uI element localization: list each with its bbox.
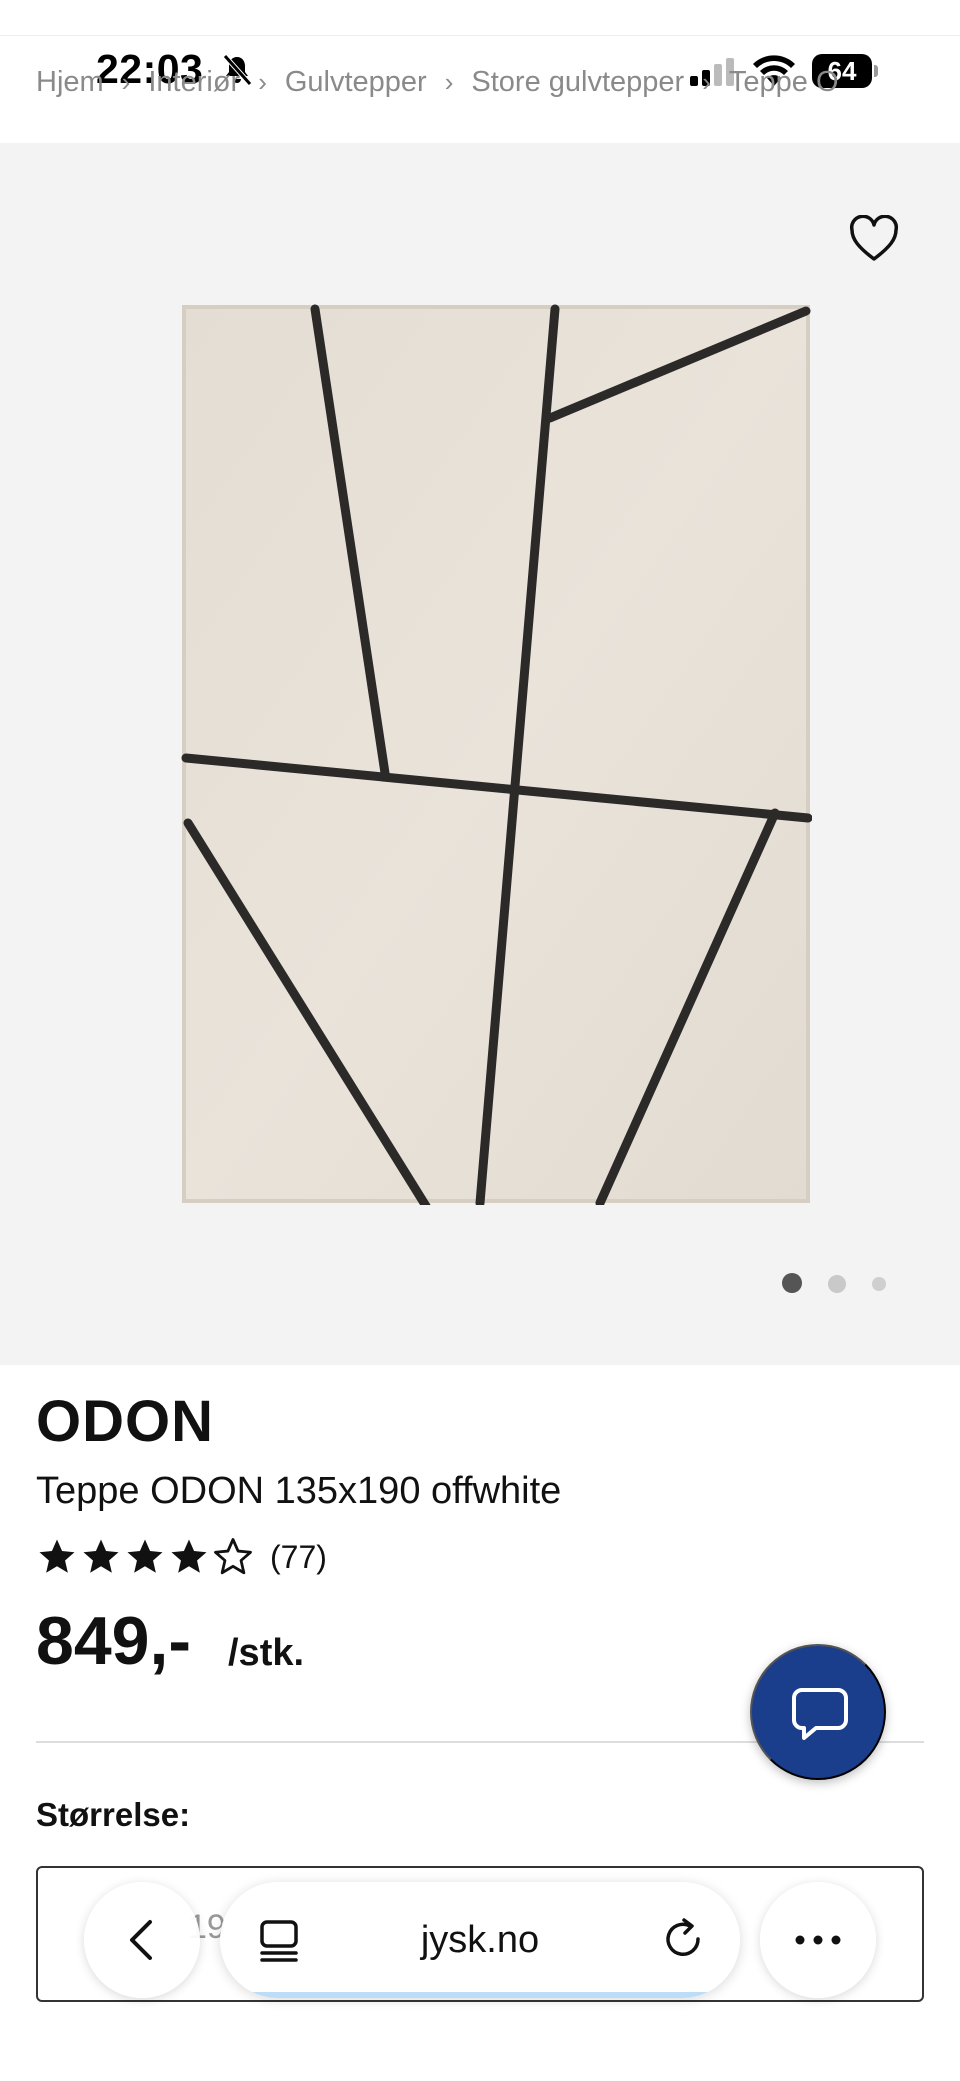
pagination-dot[interactable] bbox=[872, 1277, 886, 1291]
size-label: Størrelse: bbox=[36, 1796, 191, 1833]
star-filled-icon bbox=[171, 1539, 207, 1573]
chevron-right-icon: › bbox=[444, 67, 454, 97]
pagination-dot-active[interactable] bbox=[782, 1273, 802, 1293]
product-brand: ODON bbox=[36, 1389, 214, 1454]
review-count[interactable]: (77) bbox=[270, 1539, 327, 1576]
star-filled-icon bbox=[127, 1539, 163, 1573]
breadcrumb-item-rugs[interactable]: Gulvtepper bbox=[285, 66, 427, 99]
chevron-right-icon: › bbox=[702, 67, 711, 97]
top-strip bbox=[0, 0, 960, 36]
breadcrumb-item-interior[interactable]: Interiør bbox=[148, 66, 240, 99]
browser-back-button[interactable] bbox=[84, 1882, 200, 1998]
star-outline-icon bbox=[214, 1538, 252, 1575]
chevron-left-icon bbox=[130, 1920, 152, 1960]
chat-bubble-icon bbox=[792, 1688, 848, 1740]
product-price: 849,- bbox=[36, 1603, 191, 1679]
tab-overview-icon[interactable] bbox=[256, 1916, 304, 1964]
chevron-right-icon: › bbox=[258, 67, 267, 97]
pagination-dot[interactable] bbox=[828, 1275, 846, 1293]
star-filled-icon bbox=[83, 1539, 119, 1573]
product-image-rug bbox=[181, 304, 812, 1205]
breadcrumb-item-large-rugs[interactable]: Store gulvtepper bbox=[471, 66, 684, 99]
chat-button[interactable] bbox=[750, 1644, 886, 1780]
reload-icon[interactable] bbox=[660, 1916, 706, 1962]
product-gallery[interactable] bbox=[0, 143, 960, 1365]
star-filled-icon bbox=[39, 1539, 75, 1573]
chevron-right-icon: › bbox=[121, 67, 131, 97]
browser-more-button[interactable] bbox=[760, 1882, 876, 1998]
breadcrumb-item-current: Teppe O bbox=[728, 66, 839, 98]
breadcrumb: Hjem › Interiør › Gulvtepper › Store gulvteppe… bbox=[36, 66, 960, 114]
more-dots-icon bbox=[795, 1935, 841, 1945]
browser-url-bar[interactable]: jysk.no bbox=[220, 1882, 740, 1998]
page-load-progress bbox=[250, 1992, 710, 1998]
product-name: Teppe ODON 135x190 offwhite bbox=[36, 1470, 562, 1512]
heart-outline-icon[interactable] bbox=[848, 215, 900, 263]
product-rating[interactable]: (77) bbox=[36, 1532, 327, 1582]
breadcrumb-item-home[interactable]: Hjem bbox=[36, 66, 104, 99]
price-unit: /stk. bbox=[228, 1632, 305, 1674]
